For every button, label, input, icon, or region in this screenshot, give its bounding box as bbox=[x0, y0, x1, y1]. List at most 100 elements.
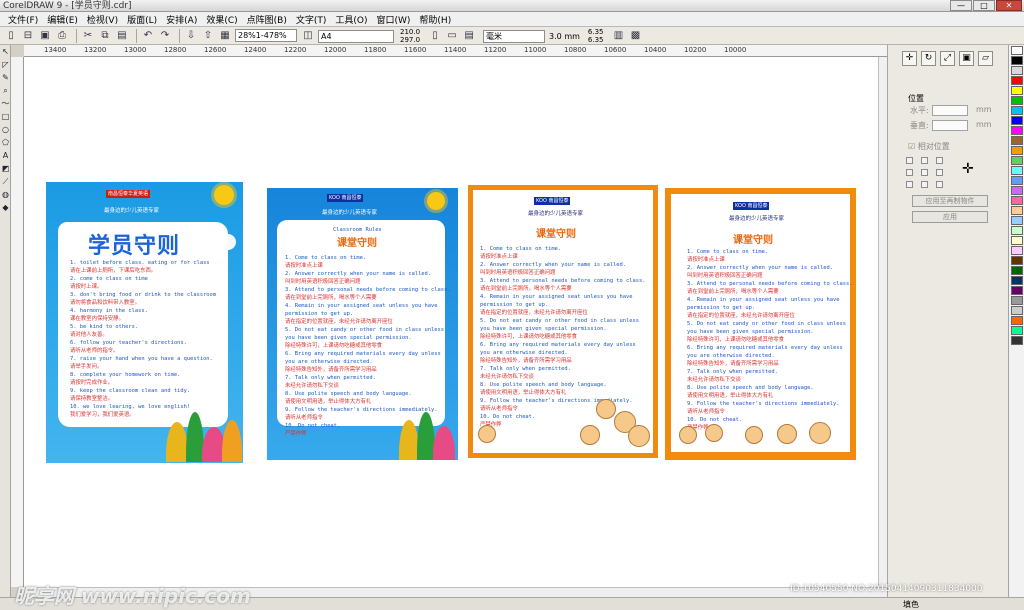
landscape-icon[interactable]: ▭ bbox=[445, 29, 459, 43]
draw-objects-icon[interactable]: ▩ bbox=[629, 29, 643, 43]
fill-tool-icon[interactable]: ◆ bbox=[0, 201, 11, 214]
freehand-tool-icon[interactable]: 〜 bbox=[0, 97, 11, 110]
relative-position-checkbox[interactable]: ☑ 相对位置 bbox=[908, 141, 950, 152]
position-tab-icon[interactable]: ✛ bbox=[902, 51, 917, 66]
anchor-point[interactable] bbox=[921, 169, 928, 176]
apply-to-duplicate-button[interactable]: 应用至再制物件 bbox=[912, 195, 988, 207]
undo-icon[interactable]: ↶ bbox=[141, 29, 155, 43]
color-swatch[interactable] bbox=[1010, 306, 1023, 315]
copy-icon[interactable]: ⧉ bbox=[98, 29, 112, 43]
poster-classroom-rules-blue[interactable]: KOO 南昌恒泰 最身边的少儿英语专家 Classroom Rules 课堂守则… bbox=[267, 188, 458, 460]
color-swatch[interactable] bbox=[1010, 146, 1023, 155]
pick-tool-icon[interactable]: ↖ bbox=[0, 45, 11, 58]
color-swatch[interactable] bbox=[1010, 86, 1023, 95]
menu-text[interactable]: 文字(T) bbox=[296, 13, 327, 26]
color-swatch[interactable] bbox=[1010, 276, 1023, 285]
wireframe-icon[interactable]: ◫ bbox=[301, 29, 315, 43]
shape-tool-icon[interactable]: ◸ bbox=[0, 58, 11, 71]
rectangle-tool-icon[interactable]: □ bbox=[0, 110, 11, 123]
color-swatch[interactable] bbox=[1010, 336, 1023, 345]
portrait-icon[interactable]: ▯ bbox=[428, 29, 442, 43]
zoom-level-select[interactable]: 28%1-478% bbox=[235, 29, 297, 42]
horizontal-ruler[interactable]: 13400 13200 13000 12800 12600 12400 12200 12000… bbox=[24, 45, 887, 57]
duplicate-distance[interactable]: 6.35 6.35 bbox=[588, 28, 604, 44]
color-swatch[interactable] bbox=[1010, 176, 1023, 185]
treat-as-filled-icon[interactable]: ▥ bbox=[612, 29, 626, 43]
cut-icon[interactable]: ✂ bbox=[81, 29, 95, 43]
color-swatch[interactable] bbox=[1010, 166, 1023, 175]
nudge-offset[interactable]: 3.0 mm bbox=[549, 32, 580, 41]
color-swatch[interactable] bbox=[1010, 216, 1023, 225]
anchor-point[interactable] bbox=[906, 157, 913, 164]
rotate-tab-icon[interactable]: ↻ bbox=[921, 51, 936, 66]
menu-file[interactable]: 文件(F) bbox=[8, 13, 38, 26]
color-swatch[interactable] bbox=[1010, 76, 1023, 85]
menu-window[interactable]: 窗口(W) bbox=[377, 13, 411, 26]
units-select[interactable]: 毫米 bbox=[483, 29, 546, 43]
color-swatch[interactable] bbox=[1010, 246, 1023, 255]
color-swatch[interactable] bbox=[1010, 186, 1023, 195]
maximize-button[interactable]: □ bbox=[973, 0, 995, 11]
save-icon[interactable]: ▣ bbox=[38, 29, 52, 43]
ellipse-tool-icon[interactable]: ○ bbox=[0, 123, 11, 136]
vertical-scrollbar[interactable] bbox=[878, 57, 887, 587]
color-swatch[interactable] bbox=[1010, 226, 1023, 235]
polygon-tool-icon[interactable]: ⬠ bbox=[0, 136, 11, 149]
outline-tool-icon[interactable]: ◍ bbox=[0, 188, 11, 201]
poster-classroom-rules-orange-2[interactable]: KOO 南昌恒泰 最身边的少儿英语专家 课堂守则 1. Come to clas… bbox=[665, 188, 856, 460]
color-swatch[interactable] bbox=[1010, 116, 1023, 125]
minimize-button[interactable]: — bbox=[950, 0, 972, 11]
anchor-point[interactable] bbox=[921, 157, 928, 164]
menu-bitmaps[interactable]: 点阵图(B) bbox=[247, 13, 287, 26]
paper-size-select[interactable]: A4 bbox=[318, 29, 394, 43]
anchor-point[interactable] bbox=[936, 157, 943, 164]
color-swatch[interactable] bbox=[1010, 256, 1023, 265]
color-swatch[interactable] bbox=[1010, 96, 1023, 105]
color-swatch[interactable] bbox=[1010, 316, 1023, 325]
color-swatch[interactable] bbox=[1010, 106, 1023, 115]
new-file-icon[interactable]: ▯ bbox=[4, 29, 18, 43]
color-swatch[interactable] bbox=[1010, 46, 1023, 55]
color-swatch[interactable] bbox=[1010, 196, 1023, 205]
anchor-point[interactable] bbox=[936, 181, 943, 188]
close-button[interactable]: ✕ bbox=[996, 0, 1022, 11]
color-swatch[interactable] bbox=[1010, 66, 1023, 75]
application-launcher-icon[interactable]: ▦ bbox=[218, 29, 232, 43]
page-layout-icon[interactable]: ▤ bbox=[462, 29, 476, 43]
paste-icon[interactable]: ▤ bbox=[115, 29, 129, 43]
print-icon[interactable]: ⎙ bbox=[55, 29, 69, 43]
anchor-point[interactable] bbox=[906, 169, 913, 176]
color-swatch[interactable] bbox=[1010, 236, 1023, 245]
size-tab-icon[interactable]: ▣ bbox=[959, 51, 974, 66]
redo-icon[interactable]: ↷ bbox=[158, 29, 172, 43]
scale-tab-icon[interactable]: ⤢ bbox=[940, 51, 955, 66]
anchor-point[interactable] bbox=[936, 169, 943, 176]
anchor-grid[interactable] bbox=[906, 157, 944, 189]
vertical-ruler[interactable] bbox=[11, 57, 24, 587]
export-icon[interactable]: ⇧ bbox=[201, 29, 215, 43]
menu-layout[interactable]: 版面(L) bbox=[127, 13, 157, 26]
skew-tab-icon[interactable]: ▱ bbox=[978, 51, 993, 66]
color-swatch[interactable] bbox=[1010, 206, 1023, 215]
menu-effects[interactable]: 效果(C) bbox=[206, 13, 237, 26]
text-tool-icon[interactable]: A bbox=[0, 149, 11, 162]
vertical-input[interactable] bbox=[932, 120, 968, 131]
drawing-canvas[interactable]: 南昌恒泰华夏英语 最身边的少儿英语专家 学员守则 1. toilet befor… bbox=[24, 57, 878, 587]
poster-student-rules[interactable]: 南昌恒泰华夏英语 最身边的少儿英语专家 学员守则 1. toilet befor… bbox=[46, 182, 243, 463]
color-swatch[interactable] bbox=[1010, 266, 1023, 275]
menu-help[interactable]: 帮助(H) bbox=[419, 13, 451, 26]
color-swatch[interactable] bbox=[1010, 296, 1023, 305]
open-folder-icon[interactable]: ⊟ bbox=[21, 29, 35, 43]
color-swatch[interactable] bbox=[1010, 156, 1023, 165]
color-swatch[interactable] bbox=[1010, 136, 1023, 145]
menu-tools[interactable]: 工具(O) bbox=[335, 13, 367, 26]
color-swatch[interactable] bbox=[1010, 56, 1023, 65]
apply-button[interactable]: 应用 bbox=[912, 211, 988, 223]
zoom-tool-icon[interactable]: ⌕ bbox=[0, 84, 11, 97]
anchor-point[interactable] bbox=[906, 181, 913, 188]
horizontal-input[interactable] bbox=[932, 105, 968, 116]
import-icon[interactable]: ⇩ bbox=[184, 29, 198, 43]
color-swatch[interactable] bbox=[1010, 286, 1023, 295]
menu-edit[interactable]: 编辑(E) bbox=[47, 13, 78, 26]
page-dimensions[interactable]: 210.0 297.0 bbox=[400, 28, 420, 44]
